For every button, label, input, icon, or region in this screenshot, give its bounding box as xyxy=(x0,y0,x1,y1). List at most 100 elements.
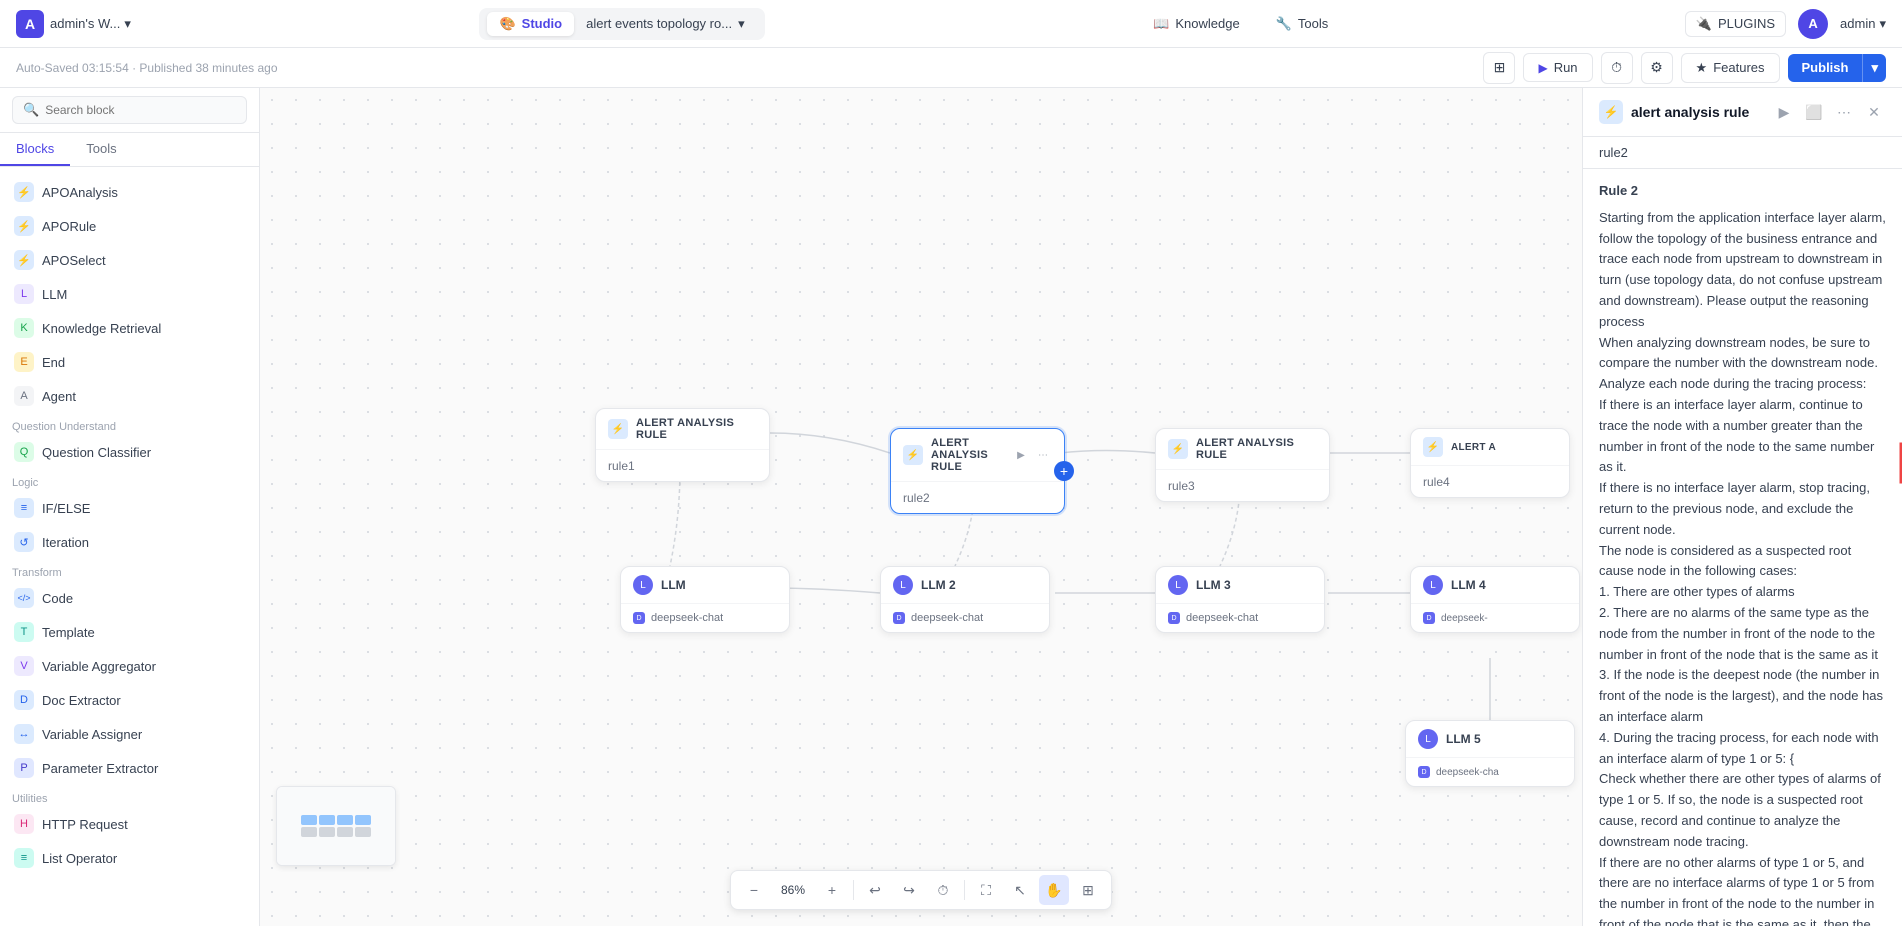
sidebar-tabs: Blocks Tools xyxy=(0,133,259,167)
plugins-button[interactable]: 🔌 PLUGINS xyxy=(1685,11,1786,37)
llm4-header: L LLM 4 xyxy=(1411,567,1579,604)
sidebar-item-variable-aggregator[interactable]: V Variable Aggregator xyxy=(0,649,259,683)
sidebar-item-template[interactable]: T Template xyxy=(0,615,259,649)
iteration-label: Iteration xyxy=(42,535,89,550)
run-button[interactable]: ▶ Run xyxy=(1523,53,1592,82)
rule1-icon: ⚡ xyxy=(608,419,628,439)
sidebar-item-parameter-extractor[interactable]: P Parameter Extractor xyxy=(0,751,259,785)
sidebar-item-aporule[interactable]: ⚡ APORule xyxy=(0,209,259,243)
sidebar-item-knowledge-retrieval[interactable]: K Knowledge Retrieval xyxy=(0,311,259,345)
node-llm4[interactable]: L LLM 4 D deepseek- xyxy=(1410,566,1580,633)
panel-more-btn[interactable]: ⋯ xyxy=(1832,100,1856,124)
mini-node-5 xyxy=(301,827,317,837)
preview-button[interactable]: ⊞ xyxy=(1483,52,1515,84)
node-llm5[interactable]: L LLM 5 D deepseek-cha xyxy=(1405,720,1575,787)
llm3-body: D deepseek-chat xyxy=(1156,604,1324,632)
panel-close-btn[interactable]: ✕ xyxy=(1862,100,1886,124)
llm4-model: D deepseek- xyxy=(1423,612,1567,624)
sidebar-item-question-classifier[interactable]: Q Question Classifier xyxy=(0,435,259,469)
end-label: End xyxy=(42,355,65,370)
search-input[interactable] xyxy=(45,103,236,117)
sidebar-item-llm[interactable]: L LLM xyxy=(0,277,259,311)
fit-view-button[interactable]: ⛶ xyxy=(971,875,1001,905)
secondbar-right: ⊞ ▶ Run ⏱ ⚙ ★ Features Publish ▾ xyxy=(1483,52,1886,84)
sidebar-item-aposelect[interactable]: ⚡ APOSelect xyxy=(0,243,259,277)
features-button[interactable]: ★ Features xyxy=(1681,53,1780,83)
sidebar-item-list-operator[interactable]: ≡ List Operator xyxy=(0,841,259,875)
undo-button[interactable]: ↩ xyxy=(860,875,890,905)
sidebar-item-code[interactable]: </> Code xyxy=(0,581,259,615)
workflow-name[interactable]: alert events topology ro... ▾ xyxy=(574,12,757,36)
rule2-actions: ▶ ⋯ xyxy=(1012,446,1052,464)
select-button[interactable]: ⊞ xyxy=(1073,875,1103,905)
node-rule1-body: rule1 xyxy=(596,450,769,481)
mini-node-1 xyxy=(301,815,317,825)
sidebar-item-http-request[interactable]: H HTTP Request xyxy=(0,807,259,841)
sidebar-item-iteration[interactable]: ↺ Iteration xyxy=(0,525,259,559)
history-button[interactable]: ⏱ xyxy=(928,875,958,905)
node-llm2[interactable]: L LLM 2 D deepseek-chat xyxy=(880,566,1050,633)
sidebar-item-ifelse[interactable]: ≡ IF/ELSE xyxy=(0,491,259,525)
variable-aggregator-label: Variable Aggregator xyxy=(42,659,156,674)
workspace-selector[interactable]: admin's W... ▾ xyxy=(50,16,131,32)
llm3-title: LLM 3 xyxy=(1196,578,1231,592)
llm5-icon: L xyxy=(1418,729,1438,749)
rule2-play-btn[interactable]: ▶ xyxy=(1012,446,1030,464)
llm3-header: L LLM 3 xyxy=(1156,567,1324,604)
sidebar-item-end[interactable]: E End xyxy=(0,345,259,379)
node-rule3[interactable]: ⚡ ALERT ANALYSIS RULE rule3 xyxy=(1155,428,1330,502)
llm3-model: D deepseek-chat xyxy=(1168,612,1312,624)
rule2-add-btn[interactable]: + xyxy=(1054,461,1074,481)
studio-tab[interactable]: 🎨 Studio xyxy=(487,12,574,36)
sidebar-item-doc-extractor[interactable]: D Doc Extractor xyxy=(0,683,259,717)
topbar: A admin's W... ▾ 🎨 Studio alert events t… xyxy=(0,0,1902,48)
publish-button[interactable]: Publish ▾ xyxy=(1788,54,1886,82)
node-rule1[interactable]: ⚡ ALERT ANALYSIS RULE rule1 xyxy=(595,408,770,482)
node-llm3[interactable]: L LLM 3 D deepseek-chat xyxy=(1155,566,1325,633)
mini-node-8 xyxy=(355,827,371,837)
aporule-icon: ⚡ xyxy=(14,216,34,236)
panel-content: Rule 2 Starting from the application int… xyxy=(1583,169,1902,926)
nav-knowledge[interactable]: 📖 Knowledge xyxy=(1145,12,1248,36)
panel-play-btn[interactable]: ▶ xyxy=(1772,100,1796,124)
redo-button[interactable]: ↪ xyxy=(894,875,924,905)
rule4-icon: ⚡ xyxy=(1423,437,1443,457)
node-rule2[interactable]: ⚡ ALERT ANALYSIS RULE ▶ ⋯ rule2 + xyxy=(890,428,1065,514)
rule3-icon: ⚡ xyxy=(1168,439,1188,459)
user-name-text: admin xyxy=(1840,16,1875,31)
tab-tools[interactable]: Tools xyxy=(70,133,132,166)
node-rule4[interactable]: ⚡ ALERT A rule4 xyxy=(1410,428,1570,498)
hand-button[interactable]: ✋ xyxy=(1039,875,1069,905)
canvas-toolbar: − 86% + ↩ ↪ ⏱ ⛶ ↖ ✋ ⊞ xyxy=(730,870,1112,910)
pointer-button[interactable]: ↖ xyxy=(1005,875,1035,905)
sidebar-item-agent[interactable]: A Agent xyxy=(0,379,259,413)
features-icon: ★ xyxy=(1696,60,1708,76)
tab-blocks[interactable]: Blocks xyxy=(0,133,70,166)
llm5-title: LLM 5 xyxy=(1446,732,1481,746)
app-logo: A xyxy=(16,10,44,38)
user-menu[interactable]: admin ▾ xyxy=(1840,16,1886,32)
llm4-title: LLM 4 xyxy=(1451,578,1486,592)
llm2-header: L LLM 2 xyxy=(881,567,1049,604)
zoom-in-button[interactable]: + xyxy=(817,875,847,905)
llm2-title: LLM 2 xyxy=(921,578,956,592)
llm-icon: L xyxy=(14,284,34,304)
rule3-title: ALERT ANALYSIS RULE xyxy=(1196,437,1317,461)
panel-expand-btn[interactable]: ⬜ xyxy=(1802,100,1826,124)
sidebar-item-apoanalysis[interactable]: ⚡ APOAnalysis xyxy=(0,175,259,209)
timer-button[interactable]: ⏱ xyxy=(1601,52,1633,84)
question-classifier-label: Question Classifier xyxy=(42,445,151,460)
node-llm1[interactable]: L LLM D deepseek-chat xyxy=(620,566,790,633)
zoom-out-button[interactable]: − xyxy=(739,875,769,905)
llm3-model-icon: D xyxy=(1168,612,1180,624)
sidebar-item-variable-assigner[interactable]: ↔ Variable Assigner xyxy=(0,717,259,751)
llm1-icon: L xyxy=(633,575,653,595)
mini-map xyxy=(276,786,396,866)
rule2-more-btn[interactable]: ⋯ xyxy=(1034,446,1052,464)
rule1-label: rule1 xyxy=(608,459,635,473)
publish-chevron[interactable]: ▾ xyxy=(1862,54,1886,82)
rule4-label: rule4 xyxy=(1423,475,1450,489)
settings-button[interactable]: ⚙ xyxy=(1641,52,1673,84)
nav-tools[interactable]: 🔧 Tools xyxy=(1268,12,1337,36)
canvas[interactable]: ⚡ ALERT ANALYSIS RULE rule1 ⚡ ALERT ANAL… xyxy=(260,88,1582,926)
